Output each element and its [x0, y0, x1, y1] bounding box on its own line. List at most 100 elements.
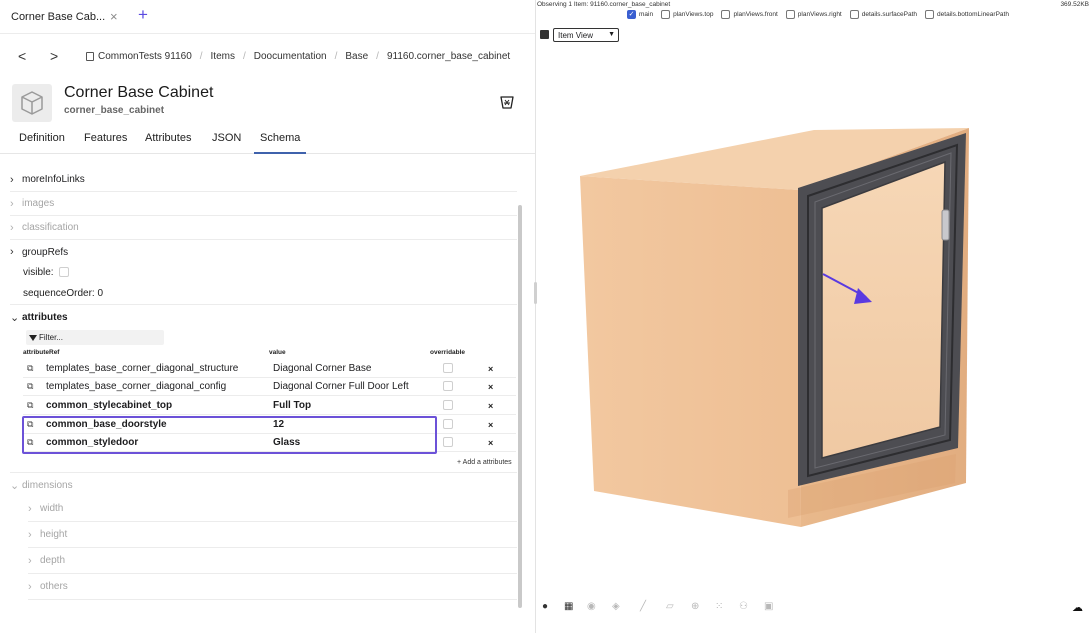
layer-toggles: ✓ main planViews.top planViews.front pla… — [627, 10, 1009, 19]
remove-attribute-icon[interactable]: × — [488, 420, 493, 430]
tab-definition[interactable]: Definition — [19, 132, 65, 154]
tree-node-depth[interactable]: › depth — [28, 548, 517, 574]
breadcrumb-item[interactable]: Base — [345, 51, 368, 62]
frame-icon[interactable]: ▱ — [666, 601, 674, 612]
tab-attributes[interactable]: Attributes — [145, 132, 191, 154]
scrollbar[interactable] — [518, 205, 522, 608]
table-row: ⧉ templates_base_corner_diagonal_config … — [23, 378, 516, 396]
tab-json[interactable]: JSON — [212, 132, 241, 154]
external-link-icon[interactable]: ⧉ — [27, 363, 33, 374]
external-link-icon[interactable]: ⧉ — [27, 400, 33, 411]
toggle-planviews-front[interactable]: planViews.front — [721, 10, 778, 19]
breadcrumb-item[interactable]: CommonTests 91160 — [98, 51, 192, 62]
overridable-checkbox[interactable] — [443, 400, 453, 410]
back-icon[interactable]: < — [18, 48, 26, 64]
breadcrumb-item-current: 91160.corner_base_cabinet — [386, 51, 511, 62]
new-tab-icon[interactable]: + — [138, 5, 148, 25]
tree-node-width[interactable]: › width — [28, 496, 517, 522]
add-attribute-button[interactable]: + Add a attributes — [457, 459, 512, 466]
hierarchy-icon[interactable]: ⚇ — [739, 601, 748, 612]
dots-grid-icon[interactable]: ⁙ — [715, 601, 723, 612]
view-cube-icon — [540, 30, 549, 39]
compass-icon[interactable]: ◉ — [587, 601, 596, 612]
cloud-upload-icon[interactable]: ☁ — [1072, 601, 1083, 614]
toggle-label: planViews.top — [673, 11, 714, 18]
chevron-right-icon: › — [28, 580, 32, 593]
checkbox[interactable] — [721, 10, 731, 19]
chevron-down-icon: ▼ — [608, 31, 615, 38]
overridable-checkbox[interactable] — [443, 363, 453, 373]
overridable-checkbox[interactable] — [443, 419, 453, 429]
file-size: 369.52KB — [1060, 1, 1089, 8]
3d-scene[interactable] — [536, 50, 1091, 590]
tree-node-images[interactable]: › images — [10, 192, 517, 216]
tree-node-label: height — [40, 529, 68, 540]
document-icon — [86, 52, 94, 61]
sequence-order-label: sequenceOrder: — [23, 288, 95, 299]
cube-view-icon[interactable]: ◈ — [612, 601, 620, 612]
filter-input[interactable]: Filter... — [26, 330, 164, 345]
tree-node-classification[interactable]: › classification — [10, 216, 517, 240]
item-id: corner_base_cabinet — [64, 105, 165, 116]
checkbox-checked[interactable]: ✓ — [627, 10, 636, 19]
tree-node-moreinfolinks[interactable]: › moreInfoLinks — [10, 168, 517, 192]
view-mode-select[interactable]: Item View ▼ — [553, 28, 619, 42]
chevron-down-icon: ⌄ — [10, 479, 20, 492]
checkbox[interactable] — [925, 10, 935, 19]
tree-node-height[interactable]: › height — [28, 522, 517, 548]
tree-node-attributes[interactable]: ⌄ attributes — [10, 305, 517, 329]
toggle-details-bottomlinearpath[interactable]: details.bottomLinearPath — [925, 10, 1009, 19]
item-header: Corner Base Cabinet corner_base_cabinet — [0, 80, 535, 124]
toggle-planviews-top[interactable]: planViews.top — [661, 10, 713, 19]
toggle-label: planViews.front — [733, 11, 778, 18]
toggle-details-surfacepath[interactable]: details.surfacePath — [849, 10, 917, 19]
breadcrumb-item[interactable]: Doocumentation — [254, 51, 327, 62]
item-thumbnail — [12, 84, 52, 122]
chevron-right-icon: › — [10, 246, 14, 258]
tree-node-label: moreInfoLinks — [22, 174, 85, 185]
document-tab[interactable]: Corner Base Cab... × — [0, 0, 128, 34]
chevron-right-icon: › — [10, 197, 14, 210]
overridable-checkbox[interactable] — [443, 381, 453, 391]
brush-icon[interactable]: ╱ — [640, 601, 646, 612]
door-glass — [821, 160, 946, 459]
forward-icon[interactable]: > — [50, 48, 58, 64]
palette-icon[interactable]: ● — [542, 601, 548, 612]
checkbox[interactable] — [785, 10, 795, 19]
tree-node-others[interactable]: › others — [28, 574, 517, 600]
grid-icon[interactable]: ▦ — [564, 601, 573, 612]
tree-node-label: width — [40, 503, 64, 514]
visible-label: visible: — [23, 267, 54, 278]
tree-node-label: dimensions — [22, 479, 73, 491]
toggle-label: main — [639, 11, 654, 18]
external-link-icon[interactable]: ⧉ — [27, 381, 33, 392]
remove-attribute-icon[interactable]: × — [488, 382, 493, 392]
remove-attribute-icon[interactable]: × — [488, 364, 493, 374]
close-tab-icon[interactable]: × — [110, 9, 118, 24]
viewer-toolbar: ● ▦ ◉ ◈ ╱ ▱ ⊕ ⁙ ⚇ ▣ ☁ — [536, 598, 1091, 618]
tab-features[interactable]: Features — [84, 132, 127, 154]
tree-node-dimensions[interactable]: ⌄ dimensions — [10, 473, 517, 497]
overridable-checkbox[interactable] — [443, 437, 453, 447]
remove-attribute-icon[interactable]: × — [488, 438, 493, 448]
attribute-value: Diagonal Corner Base — [273, 363, 372, 374]
attribute-ref: templates_base_corner_diagonal_structure — [46, 363, 239, 374]
document-tab-title: Corner Base Cab... — [11, 11, 106, 23]
checkbox[interactable] — [849, 10, 859, 19]
target-icon[interactable]: ⊕ — [691, 601, 699, 612]
tree-node-grouprefs[interactable]: › groupRefs — [10, 240, 517, 264]
tree-node-label: classification — [22, 222, 79, 233]
tab-schema[interactable]: Schema — [254, 132, 306, 154]
remove-attribute-icon[interactable]: × — [488, 401, 493, 411]
checkbox[interactable] — [661, 10, 671, 19]
tab-bar: Corner Base Cab... × + — [0, 0, 535, 34]
toggle-label: planViews.right — [797, 11, 842, 18]
visible-checkbox[interactable] — [59, 267, 70, 278]
tree-node-label: attributes — [22, 311, 68, 323]
breadcrumb-item[interactable]: Items — [211, 51, 235, 62]
toggle-planviews-right[interactable]: planViews.right — [785, 10, 842, 19]
toggle-main[interactable]: ✓ main — [627, 10, 653, 19]
recycle-bin-icon[interactable] — [499, 94, 515, 110]
image-icon[interactable]: ▣ — [764, 601, 773, 612]
column-header-attributeref: attributeRef — [23, 349, 60, 356]
